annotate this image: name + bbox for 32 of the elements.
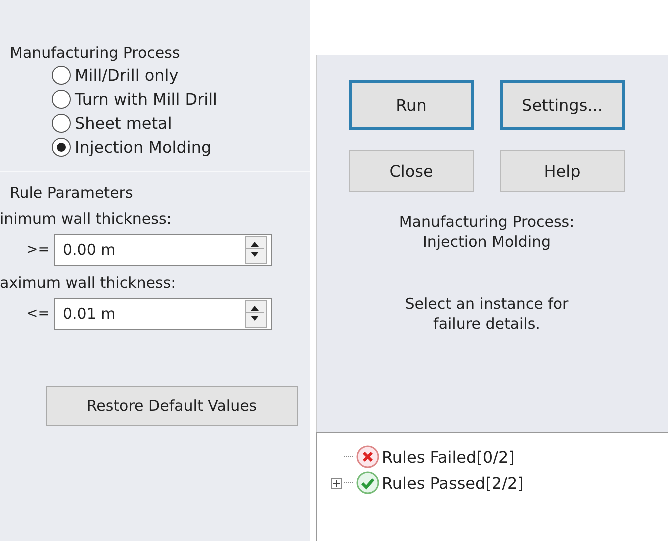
field-label: aximum wall thickness:: [0, 274, 178, 292]
tree-item[interactable]: Rules Failed[0/2]: [382, 448, 515, 466]
spinner-icon[interactable]: [245, 236, 267, 264]
tree-connector-line: [344, 456, 354, 458]
spinner-icon[interactable]: [245, 300, 267, 328]
error-icon: [356, 445, 380, 469]
hint-text: Select an instance for failure details.: [404, 294, 570, 334]
input-field[interactable]: 0.00 m: [54, 234, 272, 266]
radio-label: Sheet metal: [75, 114, 172, 133]
tree-item[interactable]: Rules Passed[2/2]: [382, 474, 524, 492]
group-title: Manufacturing Process: [9, 44, 182, 62]
input-field[interactable]: 0.01 m: [54, 298, 272, 330]
radio-button[interactable]: [52, 66, 71, 85]
radio-label: Injection Molding: [75, 138, 212, 157]
radio-button[interactable]: [52, 138, 71, 157]
dialog-button[interactable]: Help: [500, 150, 625, 192]
dialog-button[interactable]: Settings...: [500, 80, 625, 130]
operator-label: >=: [26, 242, 50, 258]
group-title: Rule Parameters: [9, 184, 134, 202]
tree-connector-line: [344, 482, 354, 484]
check-icon: [356, 471, 380, 495]
restore-button[interactable]: Restore Default Values: [46, 386, 298, 426]
dialog-button[interactable]: Run: [349, 80, 474, 130]
field-label: inimum wall thickness:: [0, 210, 173, 228]
process-info: Manufacturing Process: Injection Molding: [398, 212, 576, 252]
dialog-button[interactable]: Close: [349, 150, 474, 192]
expand-toggle[interactable]: [331, 478, 342, 488]
radio-button[interactable]: [52, 90, 71, 109]
radio-button[interactable]: [52, 114, 71, 133]
radio-label: Turn with Mill Drill: [75, 90, 218, 109]
radio-label: Mill/Drill only: [75, 66, 179, 85]
operator-label: <=: [26, 306, 50, 322]
